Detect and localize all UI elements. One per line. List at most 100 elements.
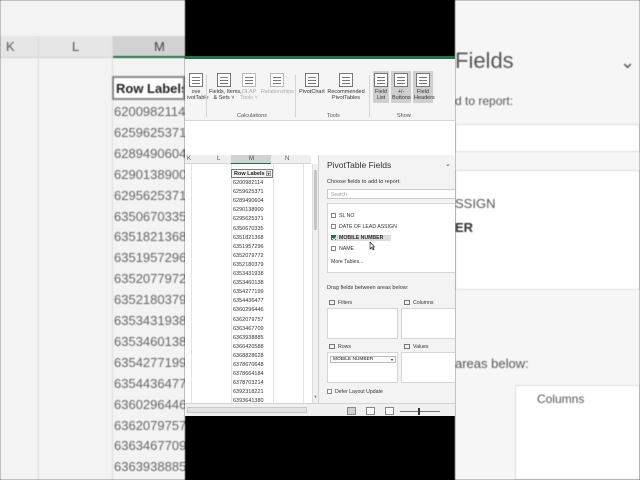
recommended-pivottables-button[interactable]: Recommended PivotTables: [327, 73, 365, 101]
pivot-row-value[interactable]: 6352180379: [233, 262, 264, 268]
bg-col-l: L: [72, 39, 80, 54]
pivot-row-value[interactable]: 6354436477: [233, 298, 264, 304]
bg-row-value: 6362079757: [114, 417, 185, 433]
bg-row-value: 6352077972: [114, 271, 185, 287]
scroll-thumb[interactable]: [314, 170, 317, 230]
columns-icon: [404, 300, 410, 305]
filter-icon: [329, 300, 335, 305]
pivot-row-value[interactable]: 6392318221: [233, 389, 264, 395]
olap-tools-icon: [242, 73, 256, 87]
field-date-of-lead-assign[interactable]: DATE OF LEAD ASSIGN: [331, 224, 397, 230]
row-labels-header-cell[interactable]: Row Labels ▾: [231, 169, 273, 178]
col-header-k[interactable]: K: [187, 156, 191, 162]
defer-checkbox[interactable]: [327, 389, 332, 394]
bg-row-value: 6295625371: [114, 187, 185, 203]
field-mobile-number[interactable]: MOBILE NUMBER: [331, 235, 391, 241]
status-bar: [185, 403, 455, 416]
pivot-row-value[interactable]: 6289490604: [233, 198, 264, 204]
columns-area[interactable]: [401, 308, 455, 339]
pivot-pane-title: PivotTable Fields: [327, 160, 392, 170]
pivot-row-value[interactable]: 6351821368: [233, 235, 264, 241]
group-show-label: Show: [397, 113, 411, 119]
pivot-row-value[interactable]: 6259625371: [233, 189, 264, 195]
pivotchart-button[interactable]: PivotChart: [299, 73, 325, 95]
pivot-row-value[interactable]: 6351957296: [233, 244, 264, 250]
pivot-row-value[interactable]: 6353460138: [233, 280, 264, 286]
field-list: SL NO DATE OF LEAD ASSIGN MOBILE NUMBER …: [327, 203, 455, 273]
bg-row-value: 6360296446: [114, 396, 185, 412]
pivot-row-value[interactable]: 6353431938: [233, 271, 264, 277]
values-area[interactable]: [401, 352, 455, 383]
pivot-row-value[interactable]: 6200982114: [233, 180, 263, 186]
pivot-row-value[interactable]: 6363467709: [233, 326, 264, 332]
pivot-row-value[interactable]: 6290138900: [233, 207, 264, 213]
excel-window: ove ivotTable Fields, Items, & Sets ˅ OL…: [185, 56, 455, 416]
normal-view-icon[interactable]: [347, 407, 356, 415]
checkbox-date-of-lead-assign[interactable]: [331, 224, 336, 229]
zoom-knob[interactable]: [418, 408, 420, 415]
field-headers-button[interactable]: Field Headers: [413, 71, 435, 103]
pivot-row-value[interactable]: 6360296446: [233, 307, 264, 313]
rows-area[interactable]: MOBILE NUMBER ▾: [327, 352, 398, 383]
pivot-row-value[interactable]: 6354277199: [233, 289, 264, 295]
pivot-row-value[interactable]: 6362079757: [233, 317, 264, 323]
page-layout-view-icon[interactable]: [366, 407, 375, 415]
pane-options-chevron-icon[interactable]: ⌄: [445, 160, 451, 168]
checkbox-mobile-number[interactable]: [331, 235, 336, 240]
horizontal-scrollbar[interactable]: [187, 407, 307, 413]
field-list-icon: [374, 73, 388, 87]
group-calculations-label: Calculations: [237, 113, 267, 119]
relationships-button[interactable]: Relationships: [261, 73, 294, 95]
fields-items-sets-button[interactable]: Fields, Items, & Sets ˅: [209, 73, 242, 101]
pivot-row-value[interactable]: 6368828628: [233, 353, 264, 359]
filters-area[interactable]: [327, 308, 398, 339]
pivot-row-value[interactable]: 6366420588: [233, 344, 264, 350]
zoom-slider[interactable]: [400, 408, 440, 415]
background-zoomed-panel-right: Fields ⌄ d to report: SSIGN ER areas bel…: [455, 0, 640, 480]
pivot-row-value[interactable]: 6350670335: [233, 226, 264, 232]
pivot-row-value[interactable]: 6378703214: [233, 380, 264, 386]
bg-row-value: 6363938885: [114, 459, 185, 475]
col-header-m-selected[interactable]: M: [231, 155, 271, 164]
field-search-input[interactable]: Search: [327, 189, 455, 199]
plus-minus-icon: [394, 73, 408, 87]
filter-dropdown-icon[interactable]: ▾: [266, 171, 271, 176]
move-pivottable-button[interactable]: ove ivotTable: [187, 73, 209, 101]
pivot-row-value[interactable]: 6378670648: [233, 362, 264, 368]
rows-icon: [329, 344, 335, 349]
bg-col-k: K: [6, 39, 15, 54]
pivot-row-value[interactable]: 6363938885: [233, 335, 264, 341]
fields-items-sets-icon: [217, 73, 231, 87]
defer-layout-update[interactable]: Defer Layout Update: [327, 389, 383, 395]
drag-fields-text: Drag fields between areas below:: [327, 285, 409, 291]
rows-mobile-number-chip[interactable]: MOBILE NUMBER ▾: [330, 356, 396, 363]
worksheet-grid[interactable]: K M L N Row Labels ▾ 6200982114 625962537…: [185, 155, 311, 403]
pivot-row-value[interactable]: 6295625371: [233, 216, 264, 222]
pivot-row-value[interactable]: 6378664184: [233, 371, 264, 377]
plus-minus-buttons-button[interactable]: +/- Buttons: [391, 71, 411, 103]
relationships-icon: [270, 73, 284, 87]
bg-row-value: 6350670335: [114, 208, 185, 224]
bg-col-m-selected: M: [112, 36, 185, 58]
more-tables-link[interactable]: More Tables...: [331, 259, 363, 265]
bg-row-value: 6259625371: [114, 124, 185, 140]
field-sl-no[interactable]: SL NO: [331, 213, 354, 219]
field-list-button[interactable]: Field List: [373, 71, 389, 103]
column-header-row: K M L N: [185, 155, 311, 164]
checkbox-name[interactable]: [331, 246, 336, 251]
checkbox-sl-no[interactable]: [331, 213, 336, 218]
bg-row-value: 6351957296: [114, 250, 185, 266]
col-header-n[interactable]: N: [285, 156, 289, 162]
bg-row-value: 6290138900: [114, 166, 185, 182]
bg-assign-text: SSIGN: [455, 196, 496, 211]
mouse-cursor-icon: [369, 242, 375, 250]
field-name[interactable]: NAME: [331, 246, 354, 252]
chip-dropdown-icon[interactable]: ▾: [391, 357, 393, 362]
group-tools-label: Tools: [327, 113, 340, 119]
pivot-row-value[interactable]: 6352079772: [233, 253, 264, 259]
bg-row-value: 6289490604: [114, 145, 185, 161]
bg-row-value: 6354436477: [114, 375, 185, 391]
page-break-view-icon[interactable]: [385, 407, 394, 415]
col-header-l[interactable]: L: [217, 156, 220, 162]
olap-tools-button[interactable]: OLAP Tools ˅: [239, 73, 259, 101]
